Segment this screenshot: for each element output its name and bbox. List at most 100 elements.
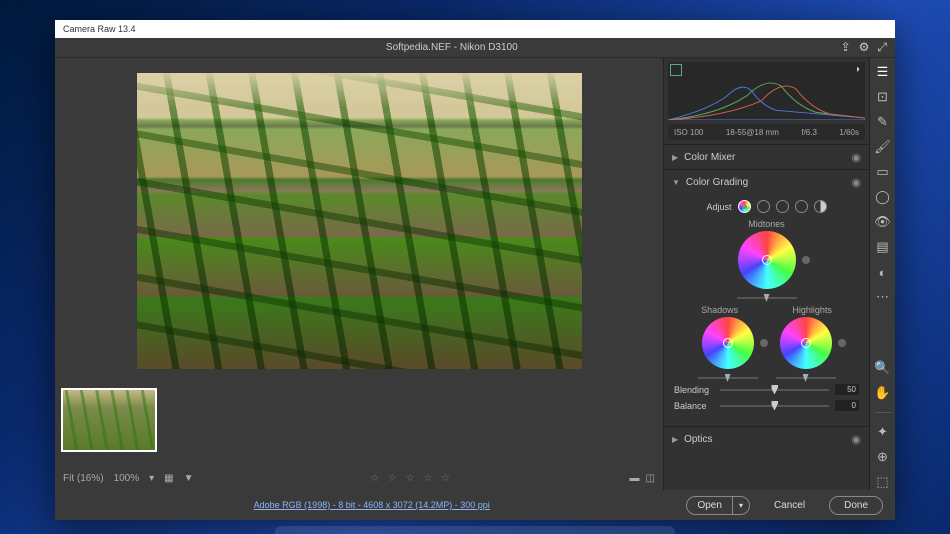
midtones-wheel[interactable] [738, 231, 796, 289]
zoom-100[interactable]: 100% [114, 473, 140, 484]
visibility-icon[interactable]: ◉ [851, 176, 861, 189]
grid-icon[interactable]: ▦ [164, 473, 173, 484]
color-grading-body: Adjust Midtones [664, 194, 869, 426]
preview-image [137, 73, 582, 369]
panel-color-grading: ▼ Color Grading ◉ Adjust Mi [664, 169, 869, 426]
rating-stars[interactable]: ☆ ☆ ☆ ☆ ☆ [204, 473, 620, 484]
panel-title: Optics [684, 434, 712, 445]
app-title: Camera Raw 13.4 [63, 24, 136, 34]
panel-head-color-grading[interactable]: ▼ Color Grading ◉ [664, 170, 869, 194]
visibility-icon[interactable]: ◉ [851, 151, 861, 164]
blending-row: Blending 50 [674, 384, 859, 395]
target-icon[interactable]: ⊕ [875, 449, 891, 465]
panel-head-optics[interactable]: ▶ Optics ◉ [664, 427, 869, 451]
midtones-luminance-slider[interactable] [737, 297, 797, 299]
cancel-button[interactable]: Cancel [760, 497, 819, 514]
toggle-icon[interactable]: ⬚ [875, 474, 891, 490]
histogram-info: ISO 100 18-55@18 mm f/6.3 1/60s [668, 124, 865, 140]
histogram[interactable]: ◑ [668, 62, 865, 120]
footer: Adobe RGB (1998) - 8 bit - 4608 x 3072 (… [55, 490, 895, 520]
camera-model: Nikon D3100 [460, 42, 518, 53]
zoom-icon[interactable]: 🔍 [875, 360, 891, 376]
balance-value[interactable]: 0 [835, 400, 859, 411]
header: Softpedia.NEF - Nikon D3100 ⇪ ⚙ ⤢ [55, 38, 895, 58]
snapshot-icon[interactable]: ▤ [875, 239, 891, 255]
compare-view-icon[interactable]: ◫ [646, 473, 655, 484]
thumbnail[interactable] [61, 388, 157, 452]
adjust-shadows-icon[interactable] [757, 200, 770, 213]
filter-icon[interactable]: ▼ [184, 473, 194, 484]
chevron-right-icon: ▶ [672, 153, 678, 162]
adjust-all-icon[interactable] [738, 200, 751, 213]
lens-value: 18-55@18 mm [726, 128, 779, 137]
balance-slider[interactable] [720, 405, 829, 407]
left-pane: Fit (16%) 100% ▾ ▦ ▼ ☆ ☆ ☆ ☆ ☆ ▬ ◫ [55, 58, 663, 490]
more-icon[interactable]: ⋯ [875, 289, 891, 305]
midtones-label: Midtones [674, 219, 859, 229]
separator [875, 412, 891, 413]
shadows-luminance-slider[interactable] [698, 377, 758, 379]
highlights-label: Highlights [792, 305, 832, 315]
os-taskbar[interactable] [275, 526, 675, 534]
brush-icon[interactable]: 🖌 [875, 139, 891, 155]
shadows-sat-dot[interactable] [760, 339, 768, 347]
open-button[interactable]: Open▾ [686, 496, 749, 515]
heal-brush-icon[interactable]: ✎ [875, 114, 891, 130]
highlights-sat-dot[interactable] [838, 339, 846, 347]
single-view-icon[interactable]: ▬ [630, 473, 640, 484]
fullscreen-icon[interactable]: ⤢ [877, 40, 887, 55]
blending-value[interactable]: 50 [835, 384, 859, 395]
filmstrip[interactable] [55, 384, 663, 467]
share-icon[interactable]: ⇪ [841, 40, 851, 55]
tool-sidebar: ☰ ⊡ ✎ 🖌 ▭ ◯ 👁 ▤ ◐ ⋯ 🔍 ✋ ✦ ⊕ ⬚ [869, 58, 895, 490]
blending-slider[interactable] [720, 389, 829, 391]
highlights-wheel[interactable] [780, 317, 832, 369]
adjust-midtones-icon[interactable] [776, 200, 789, 213]
shadows-wheel[interactable] [702, 317, 754, 369]
adjust-highlights-icon[interactable] [795, 200, 808, 213]
sampler-icon[interactable]: ✦ [875, 424, 891, 440]
shadows-label: Shadows [701, 305, 738, 315]
crop-icon[interactable]: ⊡ [875, 89, 891, 105]
camera-raw-window: Camera Raw 13.4 Softpedia.NEF - Nikon D3… [55, 20, 895, 520]
zoom-dropdown-icon[interactable]: ▾ [149, 473, 154, 484]
main: Fit (16%) 100% ▾ ▦ ▼ ☆ ☆ ☆ ☆ ☆ ▬ ◫ [55, 58, 895, 490]
visibility-icon[interactable]: ◉ [851, 433, 861, 446]
panel-color-mixer: ▶ Color Mixer ◉ [664, 144, 869, 169]
preview-area[interactable] [55, 58, 663, 384]
chevron-down-icon: ▼ [672, 178, 680, 187]
midtones-sat-dot[interactable] [802, 256, 810, 264]
panel-optics: ▶ Optics ◉ [664, 426, 869, 451]
balance-label: Balance [674, 401, 714, 411]
content: Softpedia.NEF - Nikon D3100 ⇪ ⚙ ⤢ [55, 38, 895, 520]
done-button[interactable]: Done [829, 496, 883, 515]
chevron-right-icon: ▶ [672, 435, 678, 444]
adjust-global-icon[interactable] [814, 200, 827, 213]
panel-title: Color Grading [686, 177, 748, 188]
panel-head-color-mixer[interactable]: ▶ Color Mixer ◉ [664, 145, 869, 169]
bottom-toolbar: Fit (16%) 100% ▾ ▦ ▼ ☆ ☆ ☆ ☆ ☆ ▬ ◫ [55, 467, 663, 490]
hand-icon[interactable]: ✋ [875, 385, 891, 401]
highlight-clip-icon[interactable]: ◑ [851, 64, 863, 76]
iso-value: ISO 100 [674, 128, 703, 137]
radial-icon[interactable]: ◯ [875, 189, 891, 205]
shutter-value: 1/60s [839, 128, 859, 137]
settings-gear-icon[interactable]: ⚙ [859, 40, 870, 55]
open-dropdown-icon: ▾ [733, 498, 749, 513]
filename: Softpedia.NEF [386, 42, 451, 53]
edit-sliders-icon[interactable]: ☰ [875, 64, 891, 80]
redeye-icon[interactable]: 👁 [875, 214, 891, 230]
titlebar[interactable]: Camera Raw 13.4 [55, 20, 895, 38]
balance-row: Balance 0 [674, 400, 859, 411]
zoom-fit[interactable]: Fit (16%) [63, 473, 104, 484]
preset-icon[interactable]: ◐ [875, 264, 891, 280]
adjust-selector: Adjust [674, 200, 859, 213]
adjust-label: Adjust [706, 202, 731, 212]
gradient-icon[interactable]: ▭ [875, 164, 891, 180]
shadow-clip-icon[interactable] [670, 64, 682, 76]
highlights-luminance-slider[interactable] [776, 377, 836, 379]
blending-label: Blending [674, 385, 714, 395]
workflow-options-link[interactable]: Adobe RGB (1998) - 8 bit - 4608 x 3072 (… [67, 500, 676, 510]
aperture-value: f/6.3 [801, 128, 817, 137]
file-title: Softpedia.NEF - Nikon D3100 [63, 42, 841, 53]
